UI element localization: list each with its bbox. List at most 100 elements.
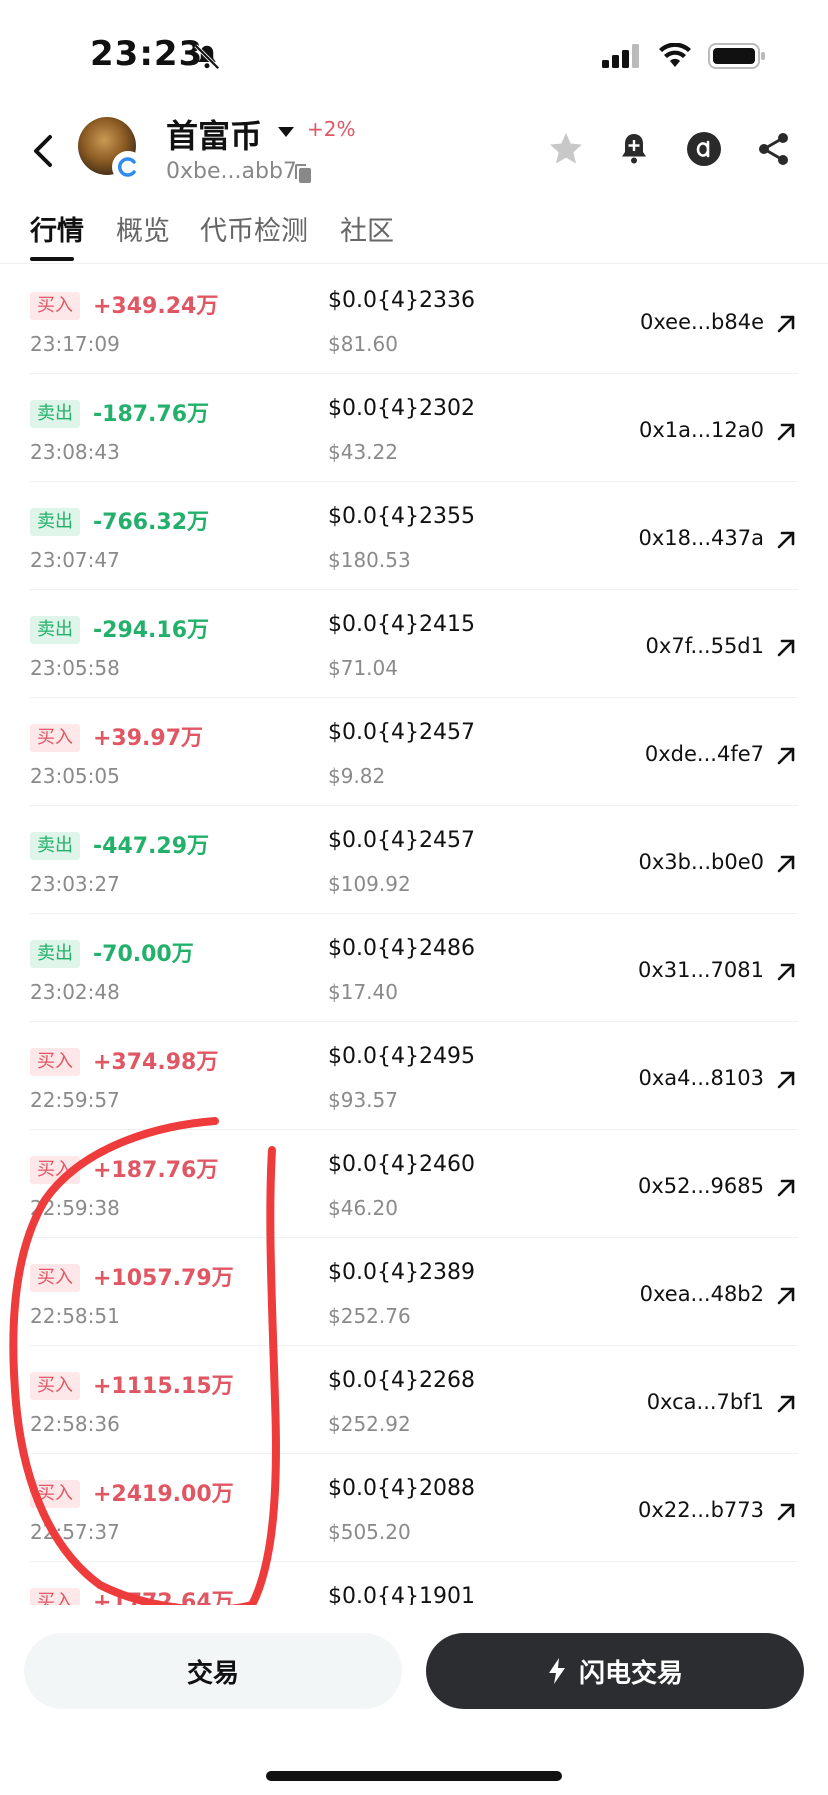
trader-address[interactable]: 0x7f...55d1 bbox=[646, 634, 764, 658]
external-link-arrow-icon[interactable] bbox=[774, 960, 798, 984]
token-amount: +2419.00万 bbox=[93, 1482, 234, 1507]
trade-time: 22:59:57 bbox=[30, 1088, 120, 1112]
transaction-row[interactable]: 买入 +39.97万 23:05:05 $0.0{4}2457 $9.82 0xde...… bbox=[0, 698, 828, 806]
external-link-arrow-icon[interactable] bbox=[774, 1392, 798, 1416]
trader-address[interactable]: 0xa4...8103 bbox=[639, 1066, 765, 1090]
add-alert-bell-icon[interactable] bbox=[614, 129, 654, 169]
transaction-row[interactable]: 买入 +1115.15万 22:58:36 $0.0{4}2268 $252.92 0xc… bbox=[0, 1346, 828, 1454]
external-link-arrow-icon[interactable] bbox=[774, 312, 798, 336]
transaction-row[interactable]: 卖出 -70.00万 23:02:48 $0.0{4}2486 $17.40 0x31..… bbox=[0, 914, 828, 1022]
trader-address[interactable]: 0x1a...12a0 bbox=[639, 418, 764, 442]
trade-time: 23:05:58 bbox=[30, 656, 120, 680]
transaction-list[interactable]: 买入 +349.24万 23:17:09 $0.0{4}2336 $81.60 0xee.… bbox=[0, 266, 828, 1606]
token-amount: -187.76万 bbox=[93, 402, 210, 427]
analysis-a-icon[interactable] bbox=[684, 129, 724, 169]
tab-token-check[interactable]: 代币检测 bbox=[200, 209, 308, 248]
wifi-icon bbox=[659, 43, 691, 67]
trade-price: $0.0{4}2302 bbox=[328, 396, 475, 421]
external-link-arrow-icon[interactable] bbox=[774, 420, 798, 444]
transaction-row[interactable]: 买入 +2419.00万 22:57:37 $0.0{4}2088 $505.20 0x2… bbox=[0, 1454, 828, 1562]
trade-type-badge: 买入 bbox=[30, 1048, 80, 1076]
external-link-arrow-icon[interactable] bbox=[774, 1284, 798, 1308]
token-header: 首富币 +2% 0xbe...abb7 bbox=[0, 105, 828, 195]
trader-address[interactable]: 0xee...b84e bbox=[640, 310, 764, 334]
flash-trade-button[interactable]: 闪电交易 bbox=[426, 1633, 804, 1709]
trade-type-badge: 买入 bbox=[30, 1372, 80, 1400]
external-link-arrow-icon[interactable] bbox=[774, 528, 798, 552]
external-link-arrow-icon[interactable] bbox=[774, 636, 798, 660]
external-link-arrow-icon[interactable] bbox=[774, 1068, 798, 1092]
trade-price: $0.0{4}2268 bbox=[328, 1368, 475, 1393]
external-link-arrow-icon[interactable] bbox=[774, 1176, 798, 1200]
external-link-arrow-icon[interactable] bbox=[774, 852, 798, 876]
trade-price: $0.0{4}2460 bbox=[328, 1152, 475, 1177]
status-bar: 23:23 bbox=[0, 0, 828, 110]
trade-time: 23:07:47 bbox=[30, 548, 120, 572]
trade-type-badge: 卖出 bbox=[30, 832, 80, 860]
back-arrow-icon[interactable] bbox=[26, 131, 62, 171]
transaction-row[interactable]: 买入 +374.98万 22:59:57 $0.0{4}2495 $93.57 0xa4.… bbox=[0, 1022, 828, 1130]
trade-type-badge: 买入 bbox=[30, 1588, 80, 1606]
transaction-row[interactable]: 买入 +1772.64万 $0.0{4}1901 bbox=[0, 1562, 828, 1606]
transaction-row[interactable]: 卖出 -294.16万 23:05:58 $0.0{4}2415 $71.04 0x7f.… bbox=[0, 590, 828, 698]
trade-price: $0.0{4}2415 bbox=[328, 612, 475, 637]
share-icon[interactable] bbox=[754, 129, 794, 169]
trade-usd-value: $93.57 bbox=[328, 1088, 398, 1112]
contract-address: 0xbe...abb7 bbox=[166, 159, 297, 184]
trade-price: $0.0{4}2457 bbox=[328, 828, 475, 853]
trade-type-badge: 买入 bbox=[30, 724, 80, 752]
trade-type-badge: 卖出 bbox=[30, 616, 80, 644]
trade-button[interactable]: 交易 bbox=[24, 1633, 402, 1709]
trade-time: 23:17:09 bbox=[30, 332, 120, 356]
external-link-arrow-icon[interactable] bbox=[774, 744, 798, 768]
trade-usd-value: $17.40 bbox=[328, 980, 398, 1004]
token-amount: +374.98万 bbox=[93, 1050, 219, 1075]
status-time: 23:23 bbox=[90, 34, 204, 74]
price-change: +2% bbox=[307, 117, 356, 141]
trader-address[interactable]: 0xea...48b2 bbox=[640, 1282, 764, 1306]
trader-address[interactable]: 0x18...437a bbox=[639, 526, 765, 550]
copy-icon[interactable] bbox=[293, 163, 313, 185]
star-icon[interactable] bbox=[546, 129, 586, 169]
trader-address[interactable]: 0x31...7081 bbox=[638, 958, 764, 982]
token-amount: +39.97万 bbox=[93, 726, 204, 751]
trade-time: 23:03:27 bbox=[30, 872, 120, 896]
trade-type-badge: 买入 bbox=[30, 1480, 80, 1508]
caret-down-icon[interactable] bbox=[277, 125, 295, 139]
trader-address[interactable]: 0x22...b773 bbox=[638, 1498, 764, 1522]
trade-usd-value: $109.92 bbox=[328, 872, 411, 896]
trade-time: 23:05:05 bbox=[30, 764, 120, 788]
chain-badge-icon bbox=[112, 151, 144, 183]
trade-usd-value: $71.04 bbox=[328, 656, 398, 680]
transaction-row[interactable]: 卖出 -187.76万 23:08:43 $0.0{4}2302 $43.22 0x1a.… bbox=[0, 374, 828, 482]
tab-community[interactable]: 社区 bbox=[340, 209, 394, 248]
trade-price: $0.0{4}2495 bbox=[328, 1044, 475, 1069]
trade-time: 22:58:51 bbox=[30, 1304, 120, 1328]
external-link-arrow-icon[interactable] bbox=[774, 1500, 798, 1524]
token-amount: +349.24万 bbox=[93, 294, 219, 319]
token-amount: +1772.64万 bbox=[93, 1590, 234, 1606]
trade-price: $0.0{4}2088 bbox=[328, 1476, 475, 1501]
trade-usd-value: $81.60 bbox=[328, 332, 398, 356]
cellular-signal-icon bbox=[602, 44, 639, 68]
token-amount: +187.76万 bbox=[93, 1158, 219, 1183]
trader-address[interactable]: 0x52...9685 bbox=[638, 1174, 764, 1198]
battery-icon bbox=[708, 43, 765, 69]
transaction-row[interactable]: 买入 +1057.79万 22:58:51 $0.0{4}2389 $252.76 0xe… bbox=[0, 1238, 828, 1346]
bottom-action-bar: 交易 闪电交易 bbox=[0, 1605, 828, 1795]
lightning-icon bbox=[548, 1658, 565, 1684]
trader-address[interactable]: 0x3b...b0e0 bbox=[639, 850, 764, 874]
transaction-row[interactable]: 卖出 -766.32万 23:07:47 $0.0{4}2355 $180.53 0x18… bbox=[0, 482, 828, 590]
transaction-row[interactable]: 买入 +349.24万 23:17:09 $0.0{4}2336 $81.60 0xee.… bbox=[0, 266, 828, 374]
transaction-row[interactable]: 买入 +187.76万 22:59:38 $0.0{4}2460 $46.20 0x52.… bbox=[0, 1130, 828, 1238]
trade-usd-value: $43.22 bbox=[328, 440, 398, 464]
token-name[interactable]: 首富币 bbox=[166, 111, 262, 157]
trade-usd-value: $46.20 bbox=[328, 1196, 398, 1220]
trader-address[interactable]: 0xde...4fe7 bbox=[645, 742, 764, 766]
tab-market[interactable]: 行情 bbox=[30, 209, 84, 248]
trade-type-badge: 买入 bbox=[30, 292, 80, 320]
trade-usd-value: $252.76 bbox=[328, 1304, 411, 1328]
tab-overview[interactable]: 概览 bbox=[116, 209, 170, 248]
trader-address[interactable]: 0xca...7bf1 bbox=[647, 1390, 764, 1414]
transaction-row[interactable]: 卖出 -447.29万 23:03:27 $0.0{4}2457 $109.92 0x3b… bbox=[0, 806, 828, 914]
